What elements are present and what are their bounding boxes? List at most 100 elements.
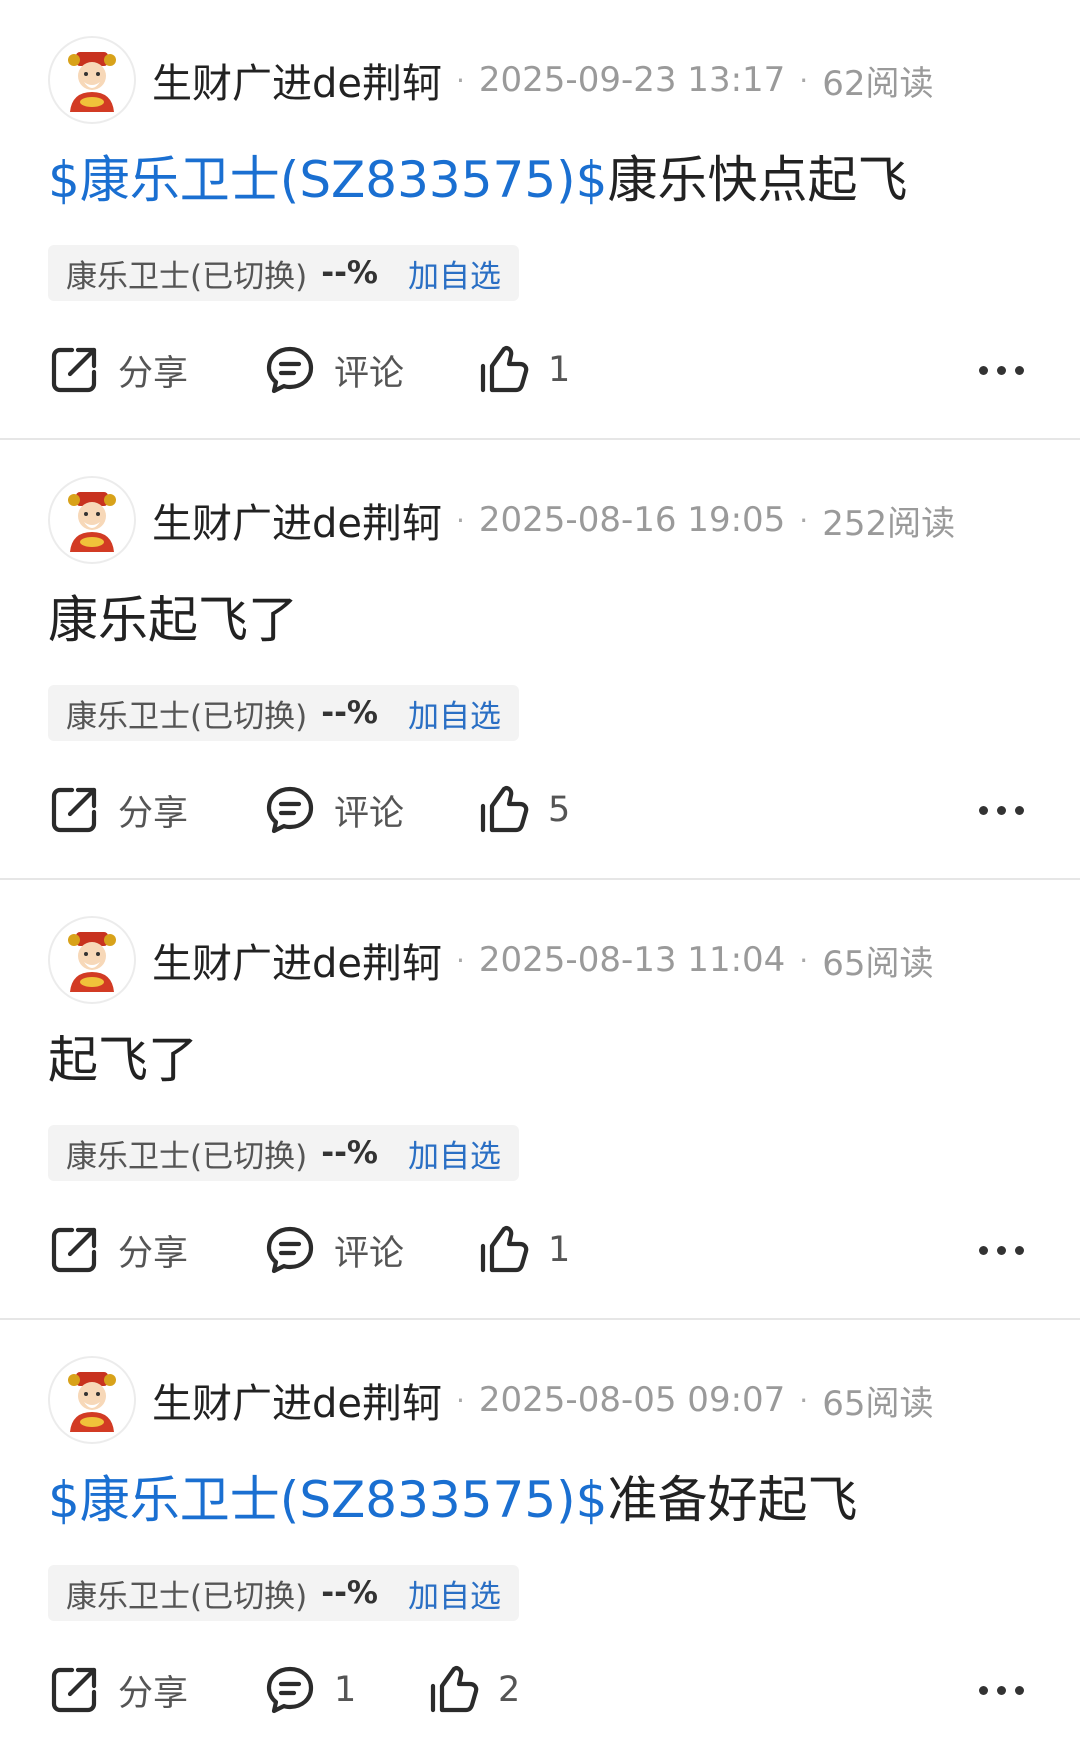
comment-icon [266, 1226, 314, 1274]
add-watchlist-button[interactable]: 加自选 [408, 251, 501, 296]
post-actions: 分享 评论 1 [0, 340, 1080, 400]
meta-separator: · [799, 943, 809, 977]
add-watchlist-button[interactable]: 加自选 [408, 1131, 501, 1176]
comment-icon [266, 786, 314, 834]
thumbs-up-icon [430, 1665, 479, 1713]
stock-chip[interactable]: 康乐卫士(已切换) --% 加自选 [48, 685, 519, 741]
comment-button[interactable]: 1 [264, 1660, 356, 1720]
read-count: 62阅读 [822, 63, 934, 104]
share-button[interactable]: 分享 [48, 1220, 188, 1280]
post-time: 2025-08-13 11:04 [478, 940, 786, 980]
post-content[interactable]: 起飞了 [48, 1024, 198, 1096]
like-count: 1 [548, 350, 571, 390]
stock-chip-name: 康乐卫士(已切换) [66, 1578, 308, 1615]
read-count: 252阅读 [822, 503, 956, 544]
comment-count: 1 [334, 1670, 357, 1710]
add-watchlist-button[interactable]: 加自选 [408, 691, 501, 736]
share-icon [51, 347, 97, 393]
post-actions: 分享 评论 1 [0, 1220, 1080, 1280]
post-meta: 生财广进de荆轲 · 2025-08-13 11:04 · 65阅读 [152, 931, 934, 989]
post-text: 准备好起飞 [607, 1471, 858, 1529]
post-content[interactable]: $康乐卫士(SZ833575)$康乐快点起飞 [48, 144, 908, 216]
post-actions: 分享 1 2 [0, 1660, 1080, 1720]
post-meta: 生财广进de荆轲 · 2025-08-16 19:05 · 252阅读 [152, 491, 956, 549]
avatar[interactable] [48, 36, 136, 124]
add-watchlist-button[interactable]: 加自选 [408, 1571, 501, 1616]
post-text: 康乐快点起飞 [607, 151, 908, 209]
more-button[interactable] [970, 1672, 1024, 1708]
comment-button[interactable]: 评论 [264, 1220, 404, 1280]
share-label: 分享 [118, 1233, 189, 1274]
more-button[interactable] [970, 1232, 1024, 1268]
post-item[interactable]: 生财广进de荆轲 · 2025-08-13 11:04 · 65阅读 起飞了 康… [0, 880, 1080, 1320]
author-name[interactable]: 生财广进de荆轲 [152, 931, 442, 989]
meta-separator: · [456, 943, 465, 977]
comment-label: 评论 [334, 353, 405, 394]
meta-separator: · [456, 63, 465, 97]
post-meta: 生财广进de荆轲 · 2025-09-23 13:17 · 62阅读 [152, 51, 934, 109]
stock-chip-change: --% [321, 1575, 378, 1611]
like-count: 2 [498, 1670, 521, 1710]
more-icon [970, 805, 1024, 815]
like-button[interactable]: 1 [478, 340, 570, 400]
comment-label: 评论 [334, 1233, 405, 1274]
share-icon [51, 1227, 97, 1273]
stock-chip-name: 康乐卫士(已切换) [66, 258, 308, 295]
comment-button[interactable]: 评论 [264, 780, 404, 840]
meta-separator: · [799, 63, 809, 97]
stock-chip-change: --% [321, 1135, 378, 1171]
post-text: 康乐起飞了 [48, 591, 298, 649]
share-button[interactable]: 分享 [48, 1660, 188, 1720]
more-icon [970, 365, 1024, 375]
stock-chip[interactable]: 康乐卫士(已切换) --% 加自选 [48, 1125, 519, 1181]
avatar[interactable] [48, 916, 136, 1004]
meta-separator: · [456, 1383, 465, 1417]
share-label: 分享 [118, 1673, 189, 1714]
like-count: 5 [548, 790, 571, 830]
like-button[interactable]: 1 [478, 1220, 570, 1280]
stock-link[interactable]: $康乐卫士(SZ833575)$ [48, 1471, 608, 1529]
post-actions: 分享 评论 5 [0, 780, 1080, 840]
thumbs-up-icon [480, 345, 529, 393]
share-button[interactable]: 分享 [48, 340, 188, 400]
author-name[interactable]: 生财广进de荆轲 [152, 1371, 442, 1429]
post-content[interactable]: $康乐卫士(SZ833575)$准备好起飞 [48, 1464, 858, 1536]
stock-chip-name: 康乐卫士(已切换) [66, 1138, 308, 1175]
comment-icon [266, 1666, 314, 1714]
like-button[interactable]: 2 [428, 1660, 520, 1720]
post-item[interactable]: 生财广进de荆轲 · 2025-08-16 19:05 · 252阅读 康乐起飞… [0, 440, 1080, 880]
post-time: 2025-08-05 09:07 [478, 1380, 786, 1420]
share-label: 分享 [118, 793, 189, 834]
post-meta: 生财广进de荆轲 · 2025-08-05 09:07 · 65阅读 [152, 1371, 934, 1429]
comment-button[interactable]: 评论 [264, 340, 404, 400]
author-name[interactable]: 生财广进de荆轲 [152, 491, 442, 549]
stock-chip[interactable]: 康乐卫士(已切换) --% 加自选 [48, 245, 519, 301]
post-item[interactable]: 生财广进de荆轲 · 2025-09-23 13:17 · 62阅读 $康乐卫士… [0, 0, 1080, 440]
post-item[interactable]: 生财广进de荆轲 · 2025-08-05 09:07 · 65阅读 $康乐卫士… [0, 1320, 1080, 1746]
more-icon [970, 1245, 1024, 1255]
comment-label: 评论 [334, 793, 405, 834]
more-icon [970, 1685, 1024, 1695]
share-icon [51, 787, 97, 833]
read-count: 65阅读 [822, 943, 934, 984]
thumbs-up-icon [480, 785, 529, 833]
share-button[interactable]: 分享 [48, 780, 188, 840]
more-button[interactable] [970, 352, 1024, 388]
comment-icon [266, 346, 314, 394]
meta-separator: · [799, 1383, 809, 1417]
meta-separator: · [799, 503, 809, 537]
like-button[interactable]: 5 [478, 780, 570, 840]
stock-chip[interactable]: 康乐卫士(已切换) --% 加自选 [48, 1565, 519, 1621]
share-icon [51, 1667, 97, 1713]
stock-link[interactable]: $康乐卫士(SZ833575)$ [48, 151, 608, 209]
author-name[interactable]: 生财广进de荆轲 [152, 51, 442, 109]
post-content[interactable]: 康乐起飞了 [48, 584, 298, 656]
avatar[interactable] [48, 476, 136, 564]
read-count: 65阅读 [822, 1383, 934, 1424]
avatar[interactable] [48, 1356, 136, 1444]
more-button[interactable] [970, 792, 1024, 828]
post-text: 起飞了 [48, 1031, 198, 1089]
post-list: 生财广进de荆轲 · 2025-09-23 13:17 · 62阅读 $康乐卫士… [0, 0, 1080, 1746]
stock-chip-change: --% [321, 255, 378, 291]
meta-separator: · [456, 503, 465, 537]
